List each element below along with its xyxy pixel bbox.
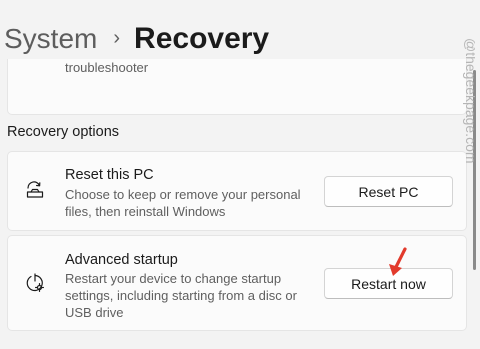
troubleshooter-card[interactable]: troubleshooter bbox=[7, 59, 467, 115]
reset-this-pc-card: Reset this PC Choose to keep or remove y… bbox=[7, 151, 467, 231]
reset-pc-icon bbox=[26, 181, 44, 198]
breadcrumb-system-link[interactable]: System bbox=[4, 23, 97, 55]
page-title: Recovery bbox=[134, 22, 270, 55]
red-arrow-annotation bbox=[389, 247, 407, 276]
chevron-right-icon: › bbox=[113, 26, 121, 49]
watermark: @thegeekpage.com bbox=[463, 38, 475, 164]
breadcrumb: System › Recovery bbox=[4, 18, 269, 60]
recovery-options-heading: Recovery options bbox=[7, 124, 120, 140]
troubleshooter-card-text: troubleshooter bbox=[65, 60, 149, 75]
reset-this-pc-description: Choose to keep or remove your personal f… bbox=[65, 187, 301, 219]
advanced-startup-title: Advanced startup bbox=[65, 252, 178, 268]
advanced-startup-description: Restart your device to change startup se… bbox=[65, 271, 297, 320]
advanced-startup-icon bbox=[26, 273, 44, 292]
reset-pc-button[interactable]: Reset PC bbox=[324, 176, 453, 207]
watermark-text: @thegeekpage.com bbox=[463, 38, 475, 164]
reset-this-pc-title: Reset this PC bbox=[65, 167, 154, 183]
